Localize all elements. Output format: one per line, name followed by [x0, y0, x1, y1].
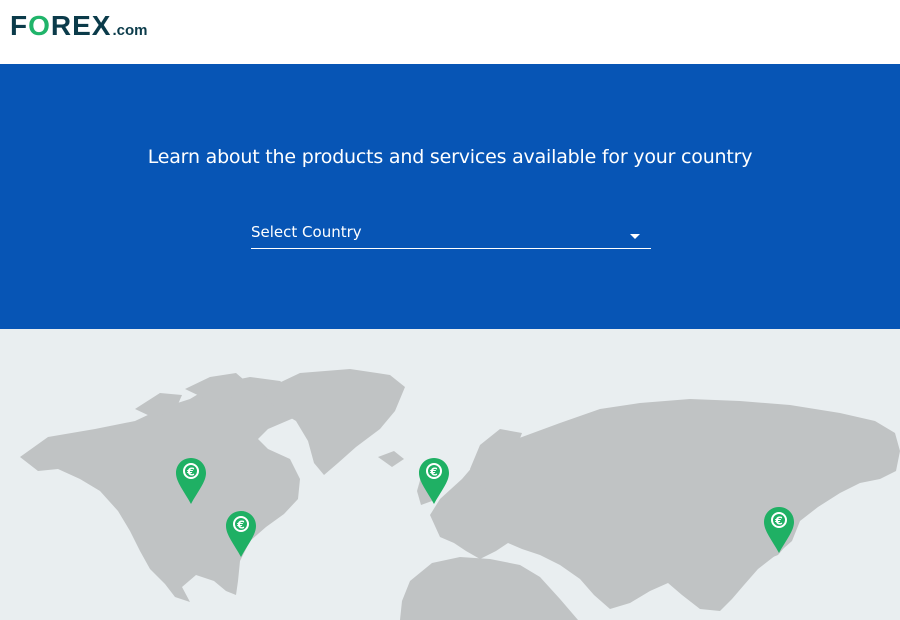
svg-text:€: € [429, 466, 438, 479]
country-select[interactable]: Select Country [251, 221, 651, 249]
svg-text:€: € [236, 519, 245, 532]
iceland-landmass [378, 451, 404, 467]
forex-logo[interactable]: FOREX .com [10, 10, 147, 46]
site-header: FOREX .com [0, 0, 900, 64]
map-pin-canada[interactable]: € [175, 457, 207, 505]
hero-title: Learn about the products and services av… [147, 146, 753, 168]
chevron-down-icon [630, 234, 640, 239]
country-select-value: Select Country [251, 223, 362, 241]
map-pin-japan[interactable]: € [763, 506, 795, 554]
world-map: € € € € [0, 329, 900, 620]
map-pin-uk[interactable]: € [418, 457, 450, 505]
svg-text:€: € [774, 515, 783, 528]
logo-wordmark: FOREX [10, 10, 112, 41]
world-map-graphic [20, 369, 900, 620]
africa-landmass [400, 557, 578, 620]
map-pin-usa[interactable]: € [225, 510, 257, 558]
country-hero: Learn about the products and services av… [0, 64, 900, 329]
logo-suffix: .com [112, 22, 148, 39]
svg-text:€: € [186, 466, 195, 479]
